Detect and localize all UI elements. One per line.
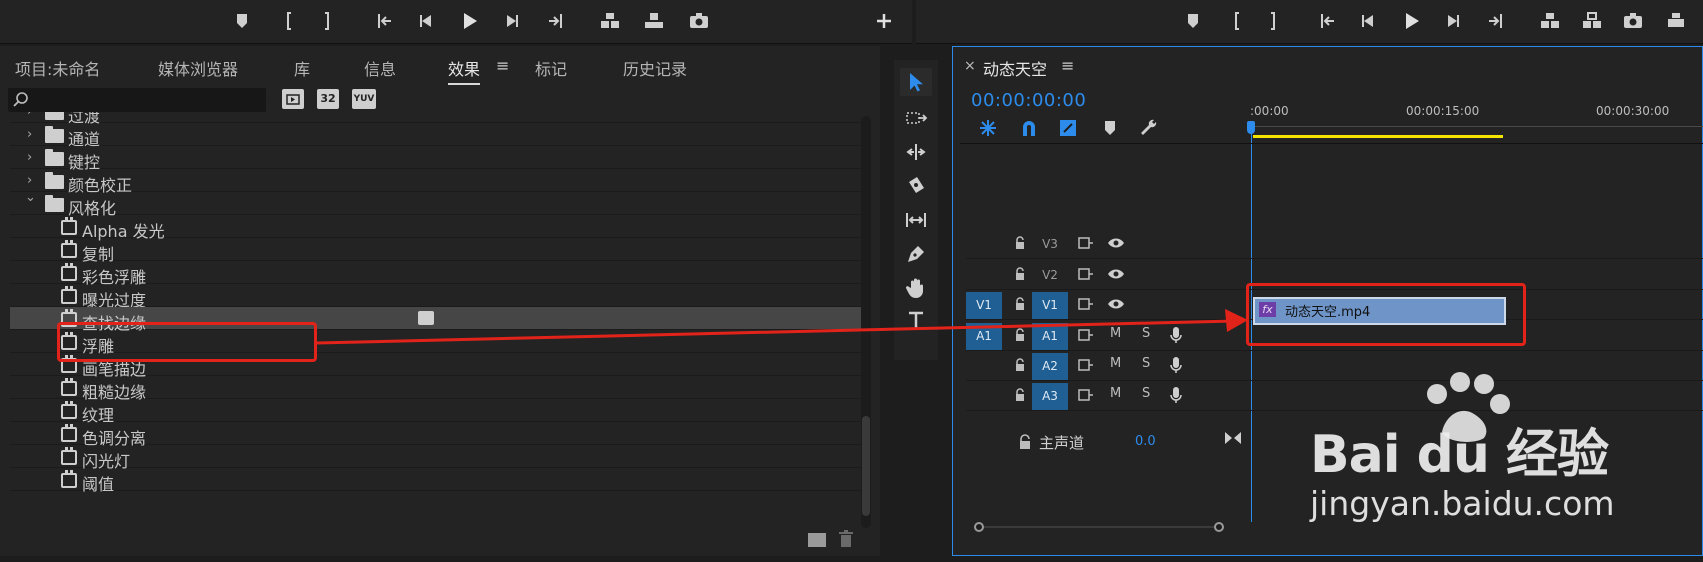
watermark-brand: Bai du 经验	[1310, 425, 1609, 485]
baidu-watermark: Bai du 经验 jingyan.baidu.com	[1290, 372, 1690, 532]
watermark-url: jingyan.baidu.com	[1310, 484, 1615, 523]
premiere-workspace: 项目:未命名 媒体浏览器 库 信息 效果 ≡ 标记 历史记录 32 YUV ›过…	[0, 0, 1703, 562]
